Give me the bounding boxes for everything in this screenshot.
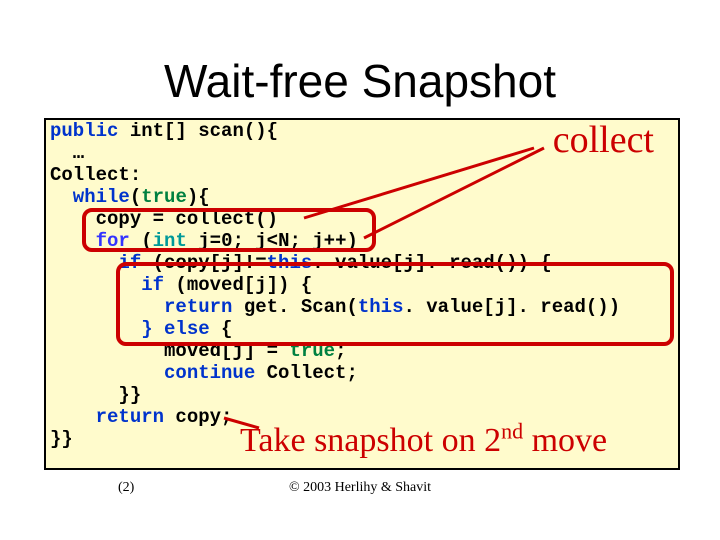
kw-else: } else [50, 318, 210, 340]
slide-title: Wait-free Snapshot [0, 54, 720, 108]
kw-while: while [50, 186, 130, 208]
kw-if: if [50, 252, 141, 274]
callout-collect: collect [553, 118, 654, 162]
kw-true: true [141, 186, 187, 208]
code-listing: public int[] scan(){ … Collect: while(tr… [50, 120, 620, 450]
kw-public: public [50, 120, 118, 142]
kw-true2: true [289, 340, 335, 362]
kw-return: return [50, 296, 232, 318]
kw-continue: continue [50, 362, 255, 384]
kw-this2: this [358, 296, 404, 318]
kw-this: this [267, 252, 313, 274]
kw-int: int [153, 230, 187, 252]
kw-return2: return [50, 406, 164, 428]
copyright: © 2003 Herlihy & Shavit [0, 480, 720, 496]
slide: Wait-free Snapshot public int[] scan(){ … [0, 0, 720, 540]
kw-if2: if [50, 274, 164, 296]
callout-snapshot: Take snapshot on 2nd move [240, 422, 607, 460]
kw-for: for [50, 230, 130, 252]
code-box: public int[] scan(){ … Collect: while(tr… [44, 118, 680, 470]
